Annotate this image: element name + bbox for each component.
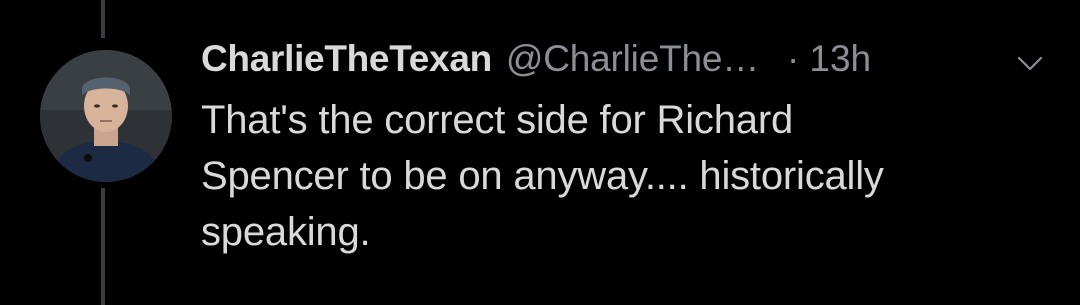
- author-handle[interactable]: @CharlieThe…: [506, 38, 759, 80]
- chevron-down-icon: [1017, 56, 1043, 71]
- tweet-text-line: That's the correct side for Richard: [201, 98, 793, 142]
- thread-connector-line: [101, 188, 105, 305]
- author-display-name[interactable]: CharlieTheTexan: [201, 38, 492, 80]
- user-avatar-icon: [40, 50, 172, 182]
- tweet-text-line: speaking.: [201, 210, 371, 254]
- thread-connector-line: [101, 0, 105, 38]
- tweet-timestamp[interactable]: 13h: [809, 38, 871, 80]
- tweet-text: That's the correct side for Richard Spen…: [201, 92, 1061, 260]
- tweet-content: CharlieTheTexan @CharlieThe… · 13h That'…: [201, 38, 1061, 260]
- tweet[interactable]: CharlieTheTexan @CharlieThe… · 13h That'…: [0, 0, 1080, 305]
- avatar[interactable]: [40, 50, 172, 182]
- tweet-menu-button[interactable]: [1013, 52, 1047, 76]
- tweet-text-line: Spencer to be on anyway.... historically: [201, 154, 884, 198]
- header-separator: ·: [787, 38, 800, 79]
- tweet-header: CharlieTheTexan @CharlieThe… · 13h: [201, 38, 1061, 90]
